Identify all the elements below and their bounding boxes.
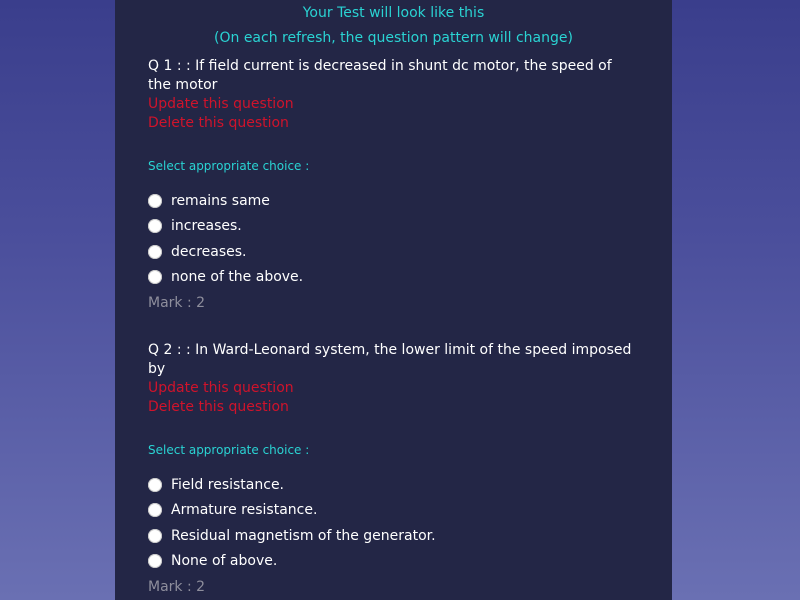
delete-question-1-link[interactable]: Delete this question bbox=[148, 114, 638, 133]
radio-button[interactable] bbox=[148, 244, 162, 259]
question-2-option-4[interactable]: None of above. bbox=[148, 549, 628, 575]
option-label: increases. bbox=[171, 218, 242, 235]
question-2: Q 2 : : In Ward-Leonard system, the lowe… bbox=[148, 341, 638, 417]
option-label: decreases. bbox=[171, 243, 247, 260]
question-1-option-4[interactable]: none of the above. bbox=[148, 265, 628, 291]
page-subtitle: (On each refresh, the question pattern w… bbox=[214, 30, 573, 46]
question-2-choice-heading: Select appropriate choice : bbox=[148, 443, 310, 457]
option-label: None of above. bbox=[171, 553, 278, 570]
radio-button[interactable] bbox=[148, 477, 162, 492]
question-1-option-3[interactable]: decreases. bbox=[148, 239, 628, 265]
option-label: none of the above. bbox=[171, 269, 304, 286]
radio-button[interactable] bbox=[148, 193, 162, 208]
question-1-choice-heading: Select appropriate choice : bbox=[148, 159, 310, 173]
test-preview-panel: Your Test will look like this (On each r… bbox=[115, 0, 672, 600]
question-1-option-2[interactable]: increases. bbox=[148, 214, 628, 240]
radio-button[interactable] bbox=[148, 219, 162, 234]
page-title: Your Test will look like this bbox=[302, 5, 485, 21]
question-1-options: remains same increases. decreases. none … bbox=[148, 188, 628, 290]
radio-button[interactable] bbox=[148, 528, 162, 543]
question-1: Q 1 : : If field current is decreased in… bbox=[148, 57, 638, 133]
option-label: Field resistance. bbox=[171, 476, 285, 493]
radio-button[interactable] bbox=[148, 270, 162, 285]
question-1-text: Q 1 : : If field current is decreased in… bbox=[148, 58, 612, 93]
question-2-option-3[interactable]: Residual magnetism of the generator. bbox=[148, 523, 628, 549]
question-2-options: Field resistance. Armature resistance. R… bbox=[148, 472, 628, 574]
option-label: Armature resistance. bbox=[171, 502, 318, 519]
update-question-1-link[interactable]: Update this question bbox=[148, 95, 638, 114]
radio-button[interactable] bbox=[148, 503, 162, 518]
delete-question-2-link[interactable]: Delete this question bbox=[148, 398, 638, 417]
question-2-mark: Mark : 2 bbox=[148, 579, 206, 595]
option-label: remains same bbox=[171, 192, 270, 209]
question-1-mark: Mark : 2 bbox=[148, 295, 206, 311]
question-1-option-1[interactable]: remains same bbox=[148, 188, 628, 214]
radio-button[interactable] bbox=[148, 554, 162, 569]
option-label: Residual magnetism of the generator. bbox=[171, 527, 436, 544]
update-question-2-link[interactable]: Update this question bbox=[148, 379, 638, 398]
question-2-text: Q 2 : : In Ward-Leonard system, the lowe… bbox=[148, 342, 632, 377]
question-2-option-1[interactable]: Field resistance. bbox=[148, 472, 628, 498]
question-2-option-2[interactable]: Armature resistance. bbox=[148, 498, 628, 524]
